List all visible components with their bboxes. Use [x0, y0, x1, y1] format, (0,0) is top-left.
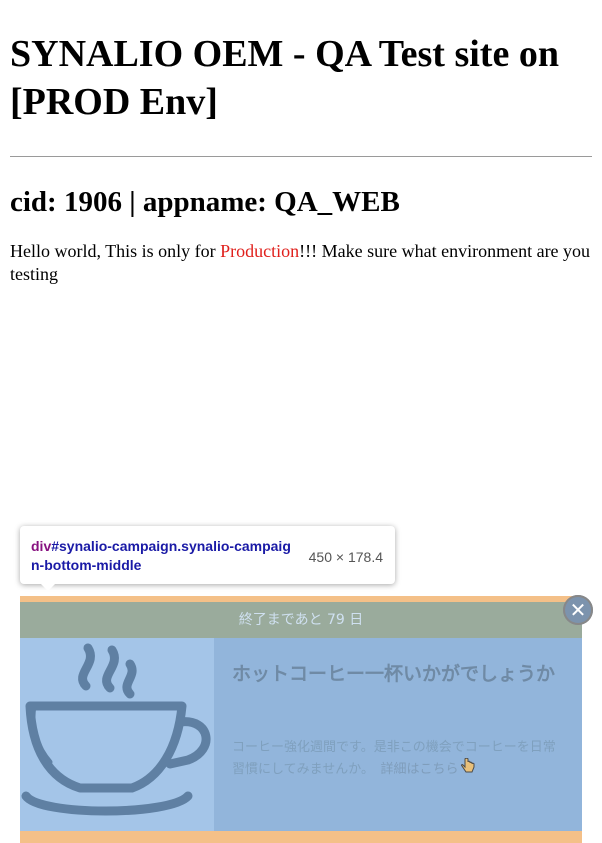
page-subtitle: cid: 1906 | appname: QA_WEB	[10, 186, 400, 218]
element-size: 450 × 178.4	[308, 549, 383, 565]
selector-tag: div	[31, 538, 52, 554]
details-link[interactable]: 詳細はこちら	[380, 762, 458, 777]
intro-paragraph: Hello world, This is only for Production…	[10, 240, 592, 286]
close-button[interactable]: ✕	[563, 595, 593, 625]
production-highlight: Production	[220, 241, 300, 261]
coffee-cup-icon	[21, 643, 211, 816]
pointer-hand-icon	[460, 757, 475, 781]
page-content: SYNALIO OEM - QA Test site on [PROD Env]…	[10, 0, 592, 286]
selector-id-class: #synalio-campaign.synalio-campaign-botto…	[31, 538, 291, 573]
page-title: SYNALIO OEM - QA Test site on [PROD Env]	[10, 33, 559, 123]
divider	[10, 156, 592, 157]
synalio-campaign[interactable]: 終了まであと 79 日 ホットコーヒー一杯いかがでしょうか コーヒー強化週間です…	[20, 596, 582, 843]
campaign-title: ホットコーヒー一杯いかがでしょうか	[232, 663, 556, 685]
campaign-image	[20, 638, 214, 831]
campaign-body-container: 終了まであと 79 日 ホットコーヒー一杯いかがでしょうか コーヒー強化週間です…	[20, 602, 582, 831]
inspector-tooltip: div#synalio-campaign.synalio-campaign-bo…	[20, 526, 395, 591]
countdown-bar: 終了まであと 79 日	[20, 602, 582, 638]
element-selector: div#synalio-campaign.synalio-campaign-bo…	[31, 537, 293, 575]
intro-text: Hello world, This is only for	[10, 241, 221, 261]
tooltip-arrow	[40, 583, 56, 591]
campaign-text-panel: ホットコーヒー一杯いかがでしょうか コーヒー強化週間です。是非この機会でコーヒー…	[214, 638, 582, 831]
campaign-description: コーヒー強化週間です。是非この機会でコーヒーを日常習慣にしてみませんか。 詳細は…	[232, 737, 567, 781]
